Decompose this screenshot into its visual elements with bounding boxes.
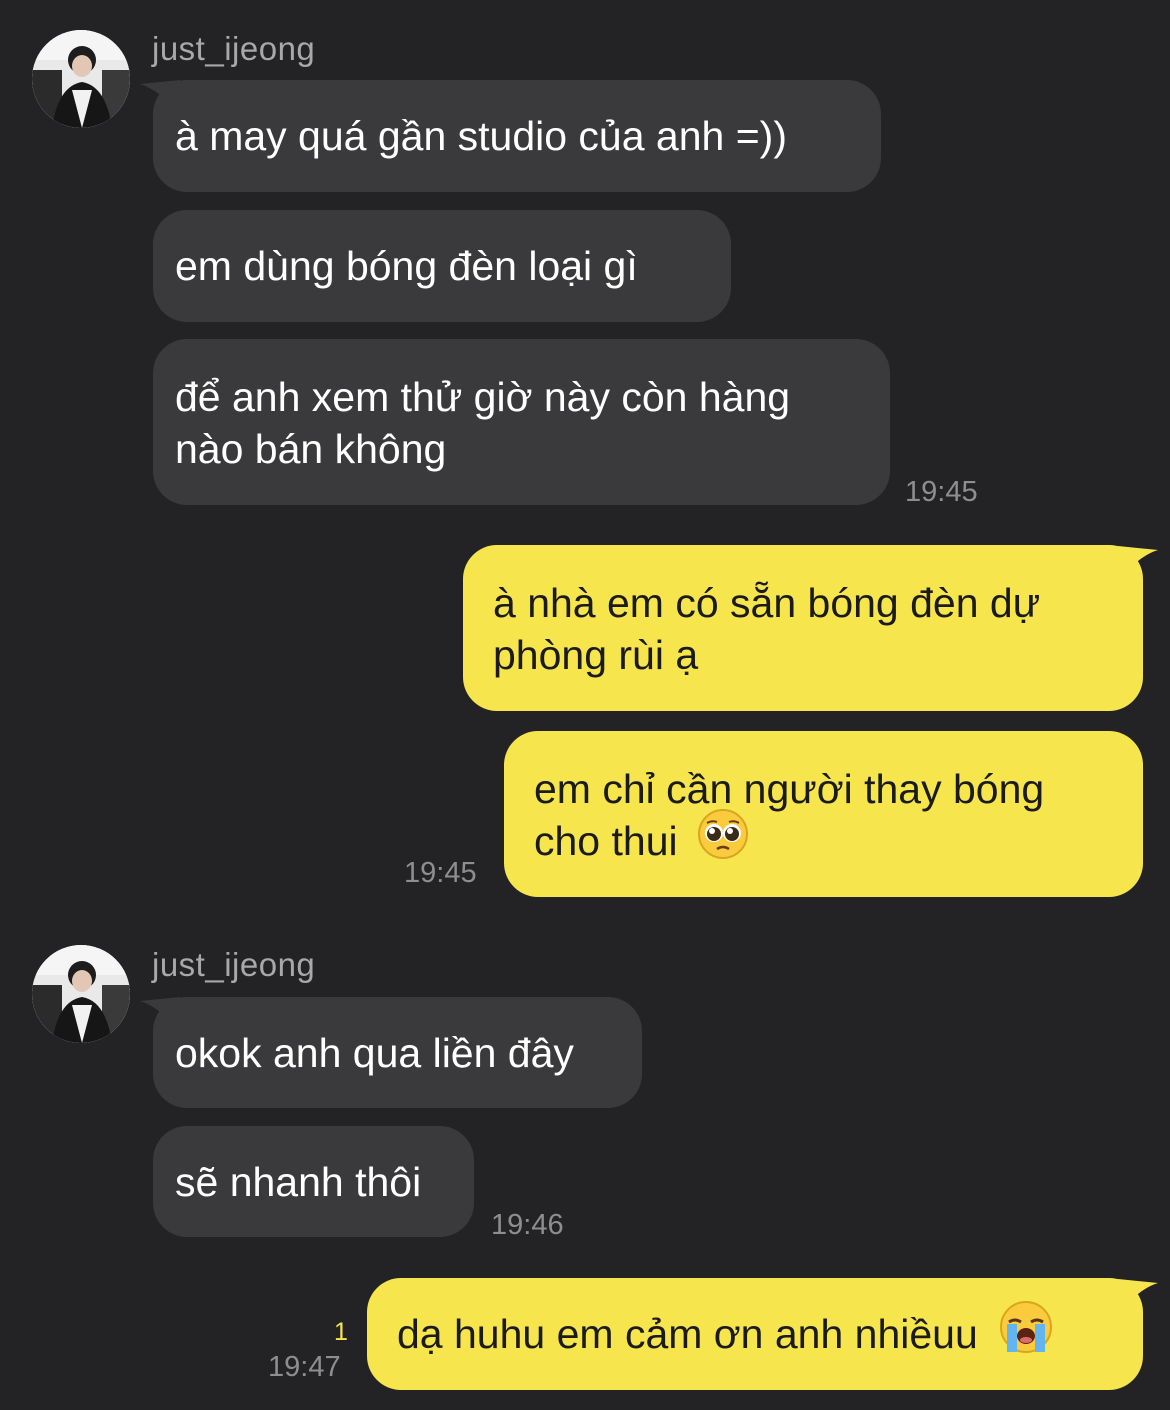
message-bubble[interactable]: để anh xem thử giờ này còn hàng nào bán …: [153, 339, 890, 505]
message-bubble[interactable]: em dùng bóng đèn loại gì: [153, 210, 731, 322]
unread-count: 1: [334, 1318, 348, 1346]
message-text: sẽ nhanh thôi: [175, 1159, 422, 1205]
message-timestamp: 19:45: [404, 857, 477, 889]
avatar-photo: [32, 30, 130, 128]
message-text: okok anh qua liền đây: [175, 1030, 574, 1076]
message-text: à nhà em có sẵn bóng đèn dự phòng rùi ạ: [493, 580, 1041, 678]
sender-name: just_ijeong: [152, 946, 316, 983]
avatar[interactable]: [32, 30, 130, 128]
message-text: em dùng bóng đèn loại gì: [175, 243, 638, 289]
pleading-face-emoji: [697, 808, 749, 872]
message-timestamp: 19:46: [491, 1209, 564, 1241]
sender-name: just_ijeong: [152, 30, 316, 67]
loudly-crying-face-emoji: [999, 1300, 1053, 1366]
message-timestamp: 19:45: [905, 476, 978, 508]
message-timestamp: 19:47: [268, 1351, 341, 1383]
message-bubble[interactable]: em chỉ cần người thay bóng cho thui: [504, 731, 1143, 897]
message-bubble[interactable]: okok anh qua liền đây: [153, 997, 642, 1108]
message-bubble[interactable]: dạ huhu em cảm ơn anh nhiềuu: [367, 1278, 1143, 1390]
avatar[interactable]: [32, 945, 130, 1043]
message-text: à may quá gần studio của anh =)): [175, 113, 787, 159]
message-text: để anh xem thử giờ này còn hàng nào bán …: [175, 374, 791, 472]
message-bubble[interactable]: à nhà em có sẵn bóng đèn dự phòng rùi ạ: [463, 545, 1143, 711]
message-text: dạ huhu em cảm ơn anh nhiềuu: [397, 1311, 978, 1357]
avatar-photo: [32, 945, 130, 1043]
message-text: em chỉ cần người thay bóng cho thui: [534, 766, 1045, 864]
message-bubble[interactable]: à may quá gần studio của anh =)): [153, 80, 881, 192]
message-bubble[interactable]: sẽ nhanh thôi: [153, 1126, 474, 1237]
